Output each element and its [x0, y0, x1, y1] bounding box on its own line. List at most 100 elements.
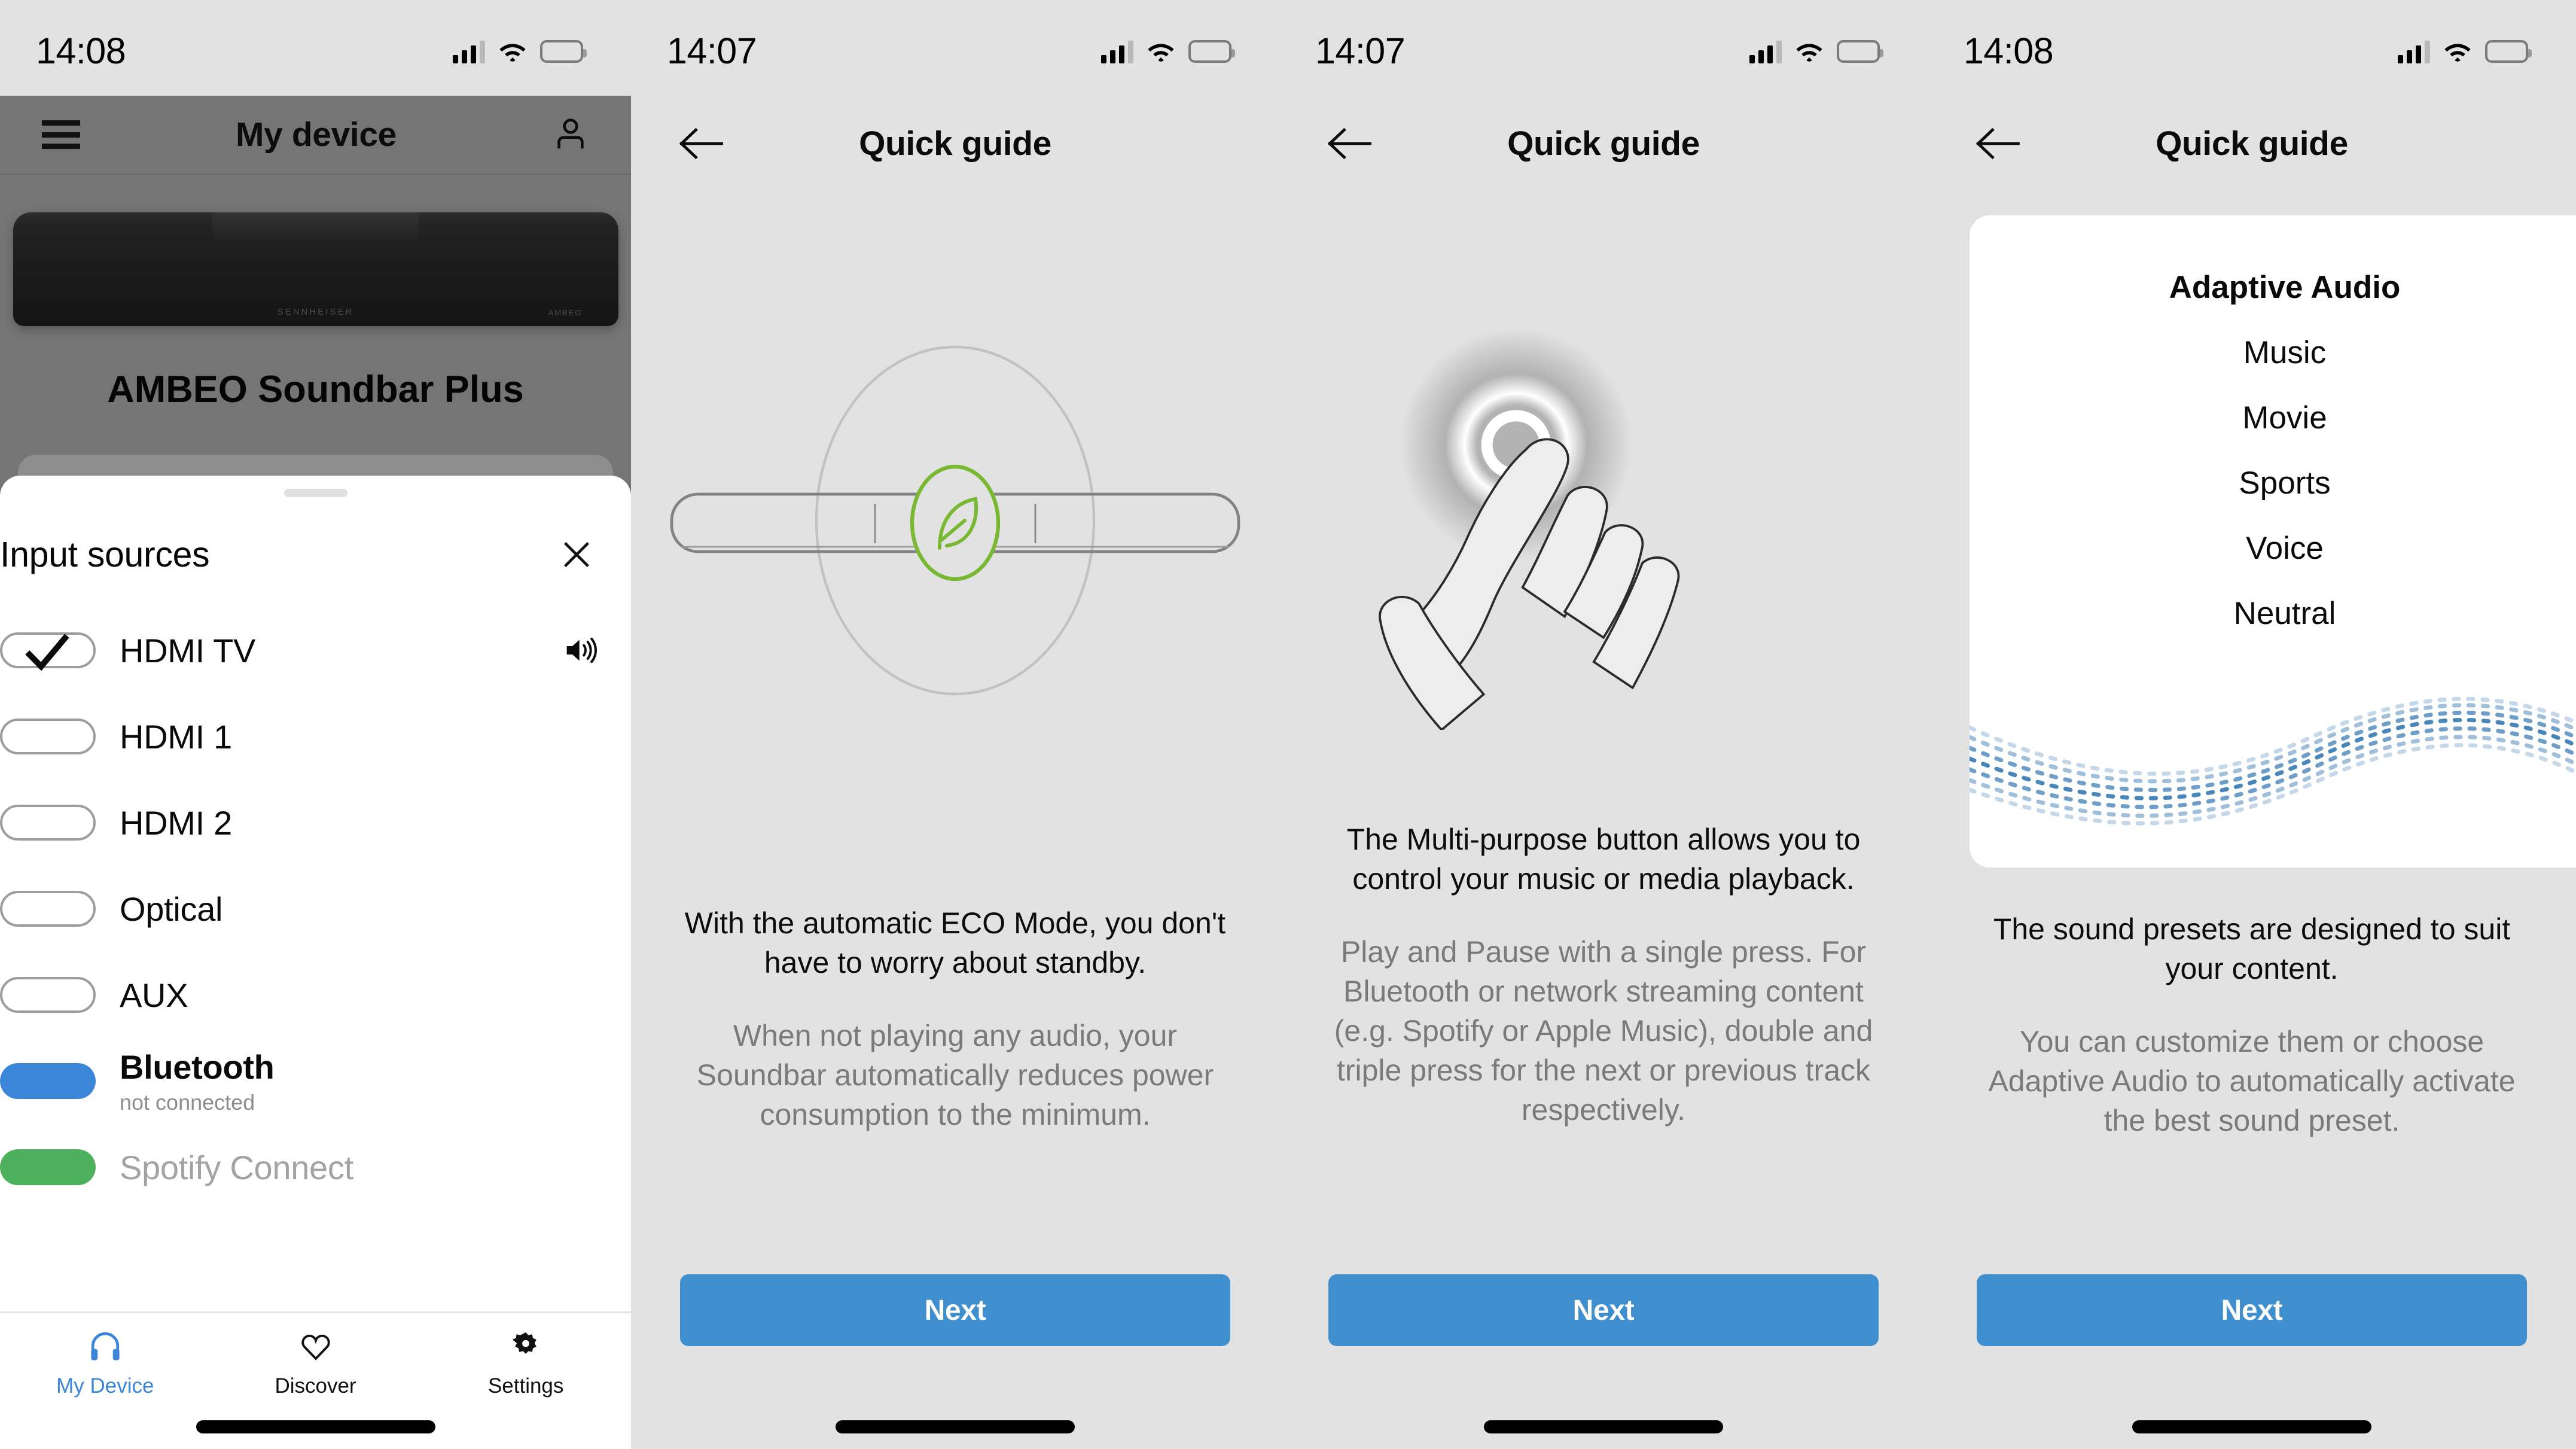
home-indicator — [836, 1420, 1075, 1433]
gear-icon — [510, 1329, 542, 1363]
source-label: Bluetooth — [120, 1048, 275, 1086]
status-bar: 14:07 — [631, 0, 1279, 96]
account-icon[interactable] — [552, 116, 589, 153]
cellular-signal-icon — [1749, 39, 1782, 63]
status-icon-group — [453, 32, 587, 63]
device-name: AMBEO Soundbar Plus — [107, 369, 524, 410]
source-label: Optical — [120, 890, 223, 928]
heart-icon — [299, 1329, 333, 1363]
source-toggle-hdmi-2[interactable] — [0, 805, 96, 841]
home-indicator — [1484, 1420, 1723, 1433]
sheet-title: Input sources — [0, 535, 210, 574]
headphones-icon — [88, 1329, 123, 1363]
source-toggle-spotify-connect[interactable] — [0, 1149, 96, 1185]
sheet-drag-handle[interactable] — [283, 489, 347, 497]
status-icon-group — [1101, 32, 1235, 63]
source-toggle-hdmi-1[interactable] — [0, 719, 96, 754]
tab-label: Settings — [487, 1374, 564, 1398]
menu-icon[interactable] — [42, 120, 80, 149]
source-label: HDMI TV — [120, 631, 256, 669]
list-item[interactable]: HDMI TV — [0, 607, 631, 693]
list-item[interactable]: Spotify Connect — [0, 1124, 631, 1210]
battery-icon — [540, 40, 587, 63]
source-status: not connected — [120, 1089, 255, 1115]
guide-body-text: When not playing any audio, your Soundba… — [696, 1019, 1214, 1131]
guide-app-bar: Quick guide — [1928, 96, 2576, 191]
guide-lead-text: With the automatic ECO Mode, you don't h… — [684, 906, 1226, 979]
guide-copy: With the automatic ECO Mode, you don't h… — [680, 903, 1230, 1134]
eco-leaf-badge — [910, 464, 1001, 582]
back-arrow-icon[interactable] — [1326, 125, 1371, 162]
preset-item[interactable]: Movie — [1970, 385, 2576, 450]
status-bar: 14:07 — [1279, 0, 1928, 96]
cellular-signal-icon — [2398, 39, 2430, 63]
guide-lead-text: The sound presets are designed to suit y… — [1993, 912, 2511, 985]
sheet-header: Input sources — [0, 497, 631, 575]
guide-body-text: Play and Pause with a single press. For … — [1334, 935, 1873, 1127]
close-icon[interactable] — [559, 537, 594, 572]
page-title: My device — [236, 115, 397, 154]
tab-my-device[interactable]: My Device — [0, 1313, 211, 1449]
wifi-icon — [2444, 44, 2471, 62]
check-icon — [25, 634, 69, 671]
battery-icon — [1188, 40, 1235, 63]
preset-item[interactable]: Neutral — [1970, 581, 2576, 646]
sound-presets-list: Adaptive Audio Music Movie Sports Voice … — [1970, 215, 2576, 646]
status-icon-group — [2398, 32, 2532, 63]
cellular-signal-icon — [1101, 39, 1133, 63]
source-label: AUX — [120, 976, 188, 1014]
preset-item[interactable]: Adaptive Audio — [1970, 255, 2576, 320]
guide-copy: The sound presets are designed to suit y… — [1977, 909, 2527, 1140]
back-arrow-icon[interactable] — [678, 125, 723, 162]
source-toggle-hdmi-tv[interactable] — [0, 632, 96, 671]
wifi-icon — [1148, 44, 1174, 62]
home-indicator — [196, 1420, 435, 1433]
list-item[interactable]: HDMI 1 — [0, 693, 631, 780]
status-bar: 14:08 — [1928, 0, 2576, 96]
screen-my-device: 14:08 My device SENNHEISER AMBEO AMBEO S… — [0, 0, 631, 1449]
status-clock: 14:07 — [1315, 31, 1406, 71]
next-button[interactable]: Next — [680, 1274, 1230, 1346]
list-item[interactable]: AUX — [0, 952, 631, 1038]
device-image: SENNHEISER AMBEO — [0, 212, 631, 332]
back-arrow-icon[interactable] — [1974, 125, 2020, 162]
speaker-icon[interactable] — [564, 635, 597, 666]
status-bar: 14:08 — [0, 0, 631, 96]
status-clock: 14:08 — [36, 31, 126, 71]
list-item[interactable]: Optical — [0, 866, 631, 952]
tab-label: Discover — [275, 1374, 356, 1398]
screenshot-strip: 14:08 My device SENNHEISER AMBEO AMBEO S… — [0, 0, 2576, 1449]
status-clock: 14:08 — [1964, 31, 2054, 71]
soundbar-illustration: SENNHEISER AMBEO — [13, 212, 618, 326]
sound-presets-card: Adaptive Audio Music Movie Sports Voice … — [1970, 215, 2576, 867]
wifi-icon — [1796, 44, 1822, 62]
guide-app-bar: Quick guide — [631, 96, 1279, 191]
preset-item[interactable]: Sports — [1970, 450, 2576, 516]
source-label: HDMI 2 — [120, 803, 232, 842]
source-toggle-bluetooth[interactable] — [0, 1063, 96, 1099]
input-sources-sheet: Input sources HDMI TV HDMI 1 HDMI 2 Opti… — [0, 476, 631, 1449]
guide-copy: The Multi-purpose button allows you to c… — [1328, 820, 1879, 1130]
source-toggle-aux[interactable] — [0, 977, 96, 1013]
source-label: Spotify Connect — [120, 1148, 353, 1186]
cellular-signal-icon — [453, 39, 485, 63]
next-button[interactable]: Next — [1328, 1274, 1879, 1346]
wifi-icon — [499, 44, 526, 62]
eco-mode-illustration — [631, 311, 1279, 730]
guide-app-bar: Quick guide — [1279, 96, 1928, 191]
app-bar: My device — [0, 96, 631, 175]
page-title: Quick guide — [859, 124, 1051, 163]
preset-item[interactable]: Voice — [1970, 516, 2576, 581]
next-button[interactable]: Next — [1977, 1274, 2527, 1346]
list-item[interactable]: Bluetooth not connected — [0, 1038, 631, 1124]
page-title: Quick guide — [1507, 124, 1700, 163]
preset-item[interactable]: Music — [1970, 320, 2576, 385]
list-item[interactable]: HDMI 2 — [0, 780, 631, 866]
source-label: HDMI 1 — [120, 717, 232, 756]
screen-quick-guide-presets: 14:08 Quick guide Adaptive Audio Music M… — [1928, 0, 2576, 1449]
screen-quick-guide-eco: 14:07 Quick guide With the automatic ECO… — [631, 0, 1279, 1449]
multipurpose-button-illustration — [1279, 299, 1928, 732]
tab-settings[interactable]: Settings — [420, 1313, 631, 1449]
source-toggle-optical[interactable] — [0, 891, 96, 927]
battery-icon — [2485, 40, 2532, 63]
